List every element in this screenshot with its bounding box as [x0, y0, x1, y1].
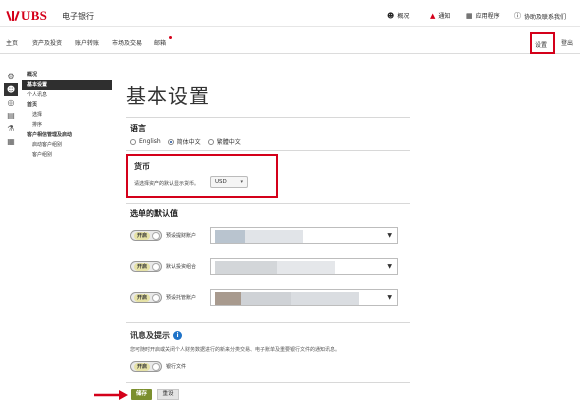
menu-overview[interactable]: 概况	[22, 70, 112, 80]
notifications-link[interactable]: ▲ 通知	[430, 11, 450, 21]
bell-icon: ▲	[430, 11, 436, 20]
chevron-down-icon: ▼	[387, 232, 392, 239]
default-row: 开启 预设提财账户 ▼	[130, 227, 398, 244]
default-row: 开启 预设托管账户 ▼	[130, 289, 398, 306]
nav-transfers[interactable]: 账户转账	[75, 38, 99, 47]
redacted-value	[277, 261, 335, 274]
menu-client-mgmt[interactable]: 客户相信管理及启动	[22, 130, 112, 140]
apps-link[interactable]: ▦ 应用程序	[466, 11, 500, 21]
nav-assets[interactable]: 资产及投资	[32, 38, 62, 47]
globe-icon[interactable]: ◎	[4, 96, 18, 109]
redacted-value	[215, 261, 277, 274]
menu-select[interactable]: 选择	[22, 110, 112, 120]
menu-client-groups[interactable]: 客户组别	[22, 150, 112, 160]
chevron-down-icon: ▼	[387, 294, 392, 301]
default-row: 开启 默认投资组合 ▼	[130, 258, 398, 275]
divider	[126, 203, 410, 204]
radio-english[interactable]	[130, 138, 136, 145]
ubs-logo[interactable]: UBS	[6, 8, 48, 24]
gear-icon[interactable]: ⚙	[4, 70, 18, 83]
page-title: 基本设置	[126, 84, 210, 108]
redacted-value	[245, 230, 303, 243]
chevron-down-icon: ▾	[240, 179, 243, 185]
logout-link[interactable]: 登出	[561, 38, 573, 47]
redacted-value	[291, 292, 359, 305]
info-icon[interactable]: i	[173, 331, 182, 340]
divider	[126, 150, 410, 151]
menu-homepage[interactable]: 首页	[22, 100, 112, 110]
currency-prompt: 请选择资产的默认显示货币。	[134, 181, 200, 187]
ubs-keys-icon	[6, 10, 20, 22]
currency-select[interactable]: USD ▾	[210, 176, 248, 188]
redacted-value	[215, 230, 245, 243]
info-row: 开启 银行文件	[130, 358, 206, 375]
save-button[interactable]: 储存	[131, 389, 152, 400]
default-select[interactable]: ▼	[210, 289, 398, 306]
overview-link[interactable]: ☻ 概况	[387, 11, 409, 21]
nav-settings[interactable]: 设置	[530, 32, 555, 54]
divider	[126, 382, 410, 383]
grid-icon: ▦	[466, 11, 473, 20]
top-bar: UBS 电子银行 ☻ 概况 ▲ 通知 ▦ 应用程序 ⓘ 协助及联系我们	[0, 0, 580, 27]
red-arrow-icon	[94, 390, 128, 400]
chevron-down-icon: ▼	[387, 263, 392, 270]
bank-docs-toggle[interactable]: 开启	[130, 361, 162, 372]
redacted-value	[215, 292, 241, 305]
mailbox-badge	[169, 36, 172, 39]
default-select[interactable]: ▼	[210, 258, 398, 275]
nav-home[interactable]: 主页	[6, 38, 18, 47]
menu-basic-settings[interactable]: 基本设置	[22, 80, 112, 90]
icon-rail: ⚙ ☻ ◎ ▤ ⚗ ▦	[4, 70, 18, 148]
help-link[interactable]: ⓘ 协助及联系我们	[514, 11, 566, 21]
currency-title: 货币	[134, 162, 150, 171]
main-nav: 主页 资产及投资 账户转账 市场及交易 邮箱 登出	[0, 27, 580, 54]
menu-personal-info[interactable]: 个人讯息	[22, 90, 112, 100]
language-title: 语言	[130, 124, 146, 133]
radio-traditional-chinese[interactable]	[207, 138, 214, 145]
default-toggle[interactable]: 开启	[130, 292, 162, 303]
hierarchy-icon[interactable]: ⚗	[4, 122, 18, 135]
info-description: 您可随时开启或关闭个人财务数据进行的新来分类交易、电子账单及重要银行文件的通知讯…	[130, 347, 341, 353]
reset-button[interactable]: 重设	[157, 389, 179, 400]
default-select[interactable]: ▼	[210, 227, 398, 244]
redacted-value	[241, 292, 291, 305]
radio-simplified-chinese[interactable]	[167, 138, 174, 145]
menu-activate-groups[interactable]: 启动客户组别	[22, 140, 112, 150]
settings-menu: 概况 基本设置 个人讯息 首页 选择 排序 客户相信管理及启动 启动客户组别 客…	[22, 70, 112, 160]
language-options: English 简体中文 繁體中文	[130, 137, 248, 146]
document-icon[interactable]: ▤	[4, 109, 18, 122]
info-section-title: 讯息及提示 i	[130, 330, 182, 341]
app-name: 电子银行	[62, 12, 94, 21]
help-icon: ⓘ	[514, 12, 521, 20]
menu-sort[interactable]: 排序	[22, 120, 112, 130]
default-toggle[interactable]: 开启	[130, 230, 162, 241]
person-icon: ☻	[387, 11, 395, 20]
defaults-title: 选单的默认值	[130, 209, 178, 218]
nav-mailbox[interactable]: 邮箱	[154, 38, 166, 47]
divider	[126, 322, 410, 323]
table-icon[interactable]: ▦	[4, 135, 18, 148]
default-toggle[interactable]: 开启	[130, 261, 162, 272]
divider	[126, 117, 410, 118]
currency-section: 货币 请选择资产的默认显示货币。 USD ▾	[126, 154, 278, 198]
nav-markets[interactable]: 市场及交易	[112, 38, 142, 47]
brand-name: UBS	[21, 8, 48, 23]
user-icon[interactable]: ☻	[4, 83, 18, 96]
